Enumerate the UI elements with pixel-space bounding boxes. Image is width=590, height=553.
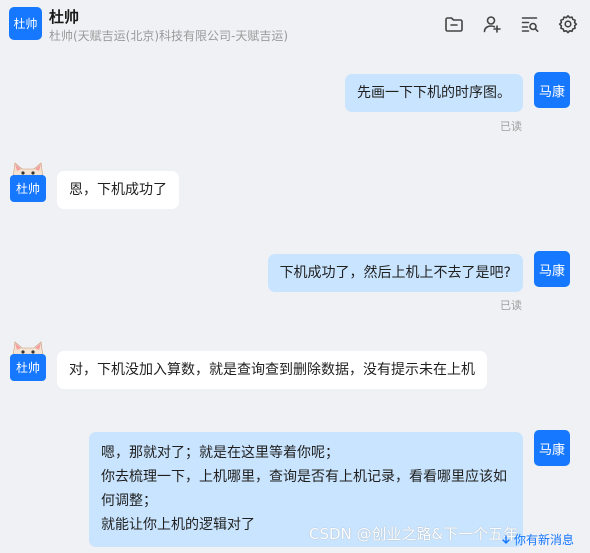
contact-organization: 杜帅(天赋吉运(北京)科技有限公司-天赋吉运) — [49, 29, 289, 43]
sender-avatar-makang[interactable]: 马康 — [534, 251, 570, 287]
contact-avatar[interactable]: 杜帅 — [9, 7, 42, 40]
read-status: 已读 — [500, 299, 522, 312]
new-message-label: 你有新消息 — [514, 533, 575, 547]
avatar-badge: 杜帅 — [10, 175, 46, 202]
add-user-icon[interactable] — [480, 12, 504, 36]
chat-header: 杜帅 杜帅 杜帅(天赋吉运(北京)科技有限公司-天赋吉运) — [0, 0, 590, 50]
search-list-icon[interactable] — [518, 12, 542, 36]
settings-icon[interactable] — [556, 12, 580, 36]
header-toolbar — [442, 12, 580, 36]
sender-avatar-makang[interactable]: 马康 — [534, 72, 570, 108]
message-bubble-incoming[interactable]: 对，下机没加入算数，就是查询查到删除数据，没有提示未在上机 — [57, 351, 487, 389]
message-line: 何调整； — [101, 493, 157, 509]
message-bubble-incoming[interactable]: 恩，下机成功了 — [57, 171, 179, 209]
message-bubble-outgoing[interactable]: 下机成功了，然后上机上不去了是吧? — [267, 254, 523, 292]
message-line: 嗯，那就对了；就是在这里等着你呢； — [101, 445, 339, 461]
arrow-down-icon — [502, 534, 510, 544]
sender-avatar-dushuai[interactable]: 杜帅 — [9, 160, 47, 204]
watermark: CSDN @创业之路&下一个五年 — [309, 525, 519, 543]
new-message-hint[interactable]: 你有新消息 — [500, 531, 574, 548]
message-bubble-outgoing[interactable]: 先画一下下机的时序图。 — [345, 74, 523, 112]
sender-avatar-makang[interactable]: 马康 — [534, 430, 570, 466]
avatar-badge: 杜帅 — [10, 354, 46, 381]
contact-name: 杜帅 — [49, 8, 80, 26]
folder-icon[interactable] — [442, 12, 466, 36]
sender-avatar-dushuai[interactable]: 杜帅 — [9, 339, 47, 383]
read-status: 已读 — [500, 120, 522, 133]
message-line: 你去梳理一下，上机哪里，查询是否有上机记录，看看哪里应该如 — [101, 469, 507, 485]
